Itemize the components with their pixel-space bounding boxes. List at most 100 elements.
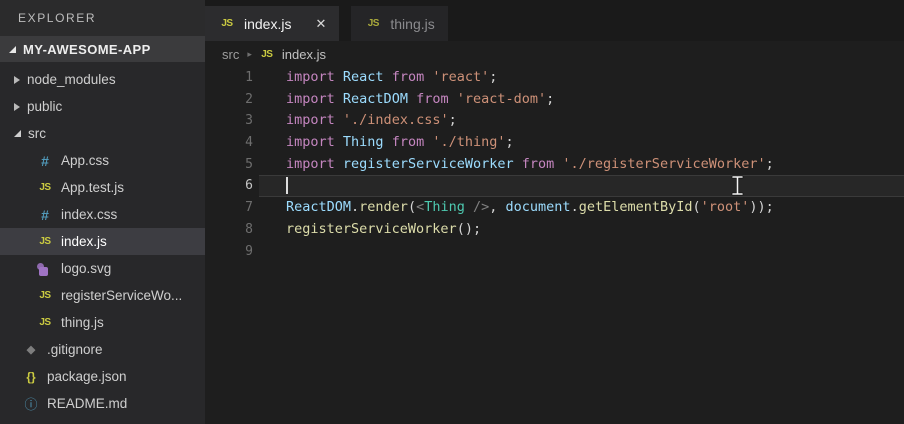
text-caret [286, 177, 288, 195]
js-file-icon: JS [39, 290, 51, 301]
line-content: ReactDOM.render(<Thing />, document.getE… [286, 197, 774, 219]
code-line-2[interactable]: 2 import ReactDOM from 'react-dom'; [205, 89, 904, 111]
code-token: React [342, 69, 384, 85]
code-token: ; [505, 134, 514, 151]
breadcrumb: src ▸ JS index.js [205, 41, 904, 67]
code-token: Thing [342, 134, 384, 151]
code-token: ; [546, 90, 555, 107]
tree-item-app-css[interactable]: # App.css [0, 147, 205, 174]
code-token: import [286, 134, 335, 151]
line-content: import Thing from './thing'; [286, 132, 514, 154]
code-line-5[interactable]: 5 import registerServiceWorker from './re… [205, 154, 904, 176]
breadcrumb-file[interactable]: index.js [282, 47, 326, 62]
tree-item-gitignore[interactable]: ◆ .gitignore [0, 336, 205, 363]
code-line-7[interactable]: 7 ReactDOM.render(<Thing />, document.get… [205, 197, 904, 219]
line-content: import React from 'react'; [286, 67, 497, 89]
tab-label: index.js [244, 15, 292, 32]
code-editor[interactable]: 1 import React from 'react'; 2 import React… [205, 67, 904, 424]
line-number: 9 [245, 243, 253, 259]
chevron-expanded-icon[interactable] [14, 130, 21, 137]
code-token: /> [464, 199, 490, 216]
code-line-4[interactable]: 4 import Thing from './thing'; [205, 132, 904, 154]
git-file-icon: ◆ [26, 344, 36, 356]
line-number: 4 [245, 135, 253, 151]
code-token: ReactDOM [342, 90, 408, 107]
json-file-icon: {} [26, 369, 36, 384]
js-file-icon: JS [221, 18, 233, 29]
tree-item-app-test-js[interactable]: JS App.test.js [0, 174, 205, 201]
line-content: import registerServiceWorker from './reg… [286, 154, 774, 176]
tree-item-label: src [28, 126, 46, 141]
chevron-collapsed-icon[interactable] [14, 102, 20, 111]
code-token: Thing [424, 199, 465, 216]
code-token: ; [489, 69, 498, 85]
tree-item-label: package.json [47, 369, 127, 384]
chevron-right-icon: ▸ [247, 48, 252, 59]
code-token: 'root' [700, 199, 750, 216]
code-token: import [286, 90, 335, 107]
line-content: import ReactDOM from 'react-dom'; [286, 89, 554, 111]
code-line-1[interactable]: 1 import React from 'react'; [205, 67, 904, 89]
js-file-icon: JS [39, 236, 51, 247]
close-icon[interactable]: ✕ [315, 16, 326, 32]
line-number: 1 [245, 70, 253, 85]
tree-item-yarn-lock[interactable]: yarn.lock [0, 417, 205, 424]
project-folder-header[interactable]: MY-AWESOME-APP [0, 36, 205, 62]
code-token: ( [692, 199, 701, 216]
tab-thing-js[interactable]: JS thing.js [351, 6, 448, 41]
line-number: 2 [245, 91, 253, 107]
tree-item-label: index.js [61, 234, 107, 249]
line-number: 8 [245, 221, 253, 237]
project-folder-label: MY-AWESOME-APP [23, 41, 151, 57]
tree-item-index-css[interactable]: # index.css [0, 201, 205, 228]
tree-item-registerservicewo[interactable]: JS registerServiceWo... [0, 282, 205, 309]
tree-item-logo-svg[interactable]: logo.svg [0, 255, 205, 282]
tree-item-src[interactable]: src [0, 120, 205, 147]
info-file-icon: ⓘ [24, 397, 38, 412]
tree-item-index-js[interactable]: JS index.js [0, 228, 205, 255]
tree-item-label: index.css [61, 207, 118, 222]
code-token: , [489, 199, 506, 216]
tree-item-public[interactable]: public [0, 93, 205, 120]
line-number: 3 [245, 113, 253, 129]
file-tree: node_modulespublic src # App.css JS App.test.… [0, 62, 205, 424]
line-content: registerServiceWorker(); [286, 219, 481, 241]
explorer-sidebar: EXPLORER MY-AWESOME-APP node_modules publ… [0, 0, 205, 424]
js-file-icon: JS [39, 182, 51, 193]
code-line-3[interactable]: 3 import './index.css'; [205, 110, 904, 132]
code-token: registerServiceWorker [286, 220, 457, 237]
js-file-icon: JS [261, 48, 273, 60]
code-token: './thing' [432, 134, 506, 151]
line-content: import './index.css'; [286, 110, 457, 132]
code-token: import [286, 69, 335, 85]
breadcrumb-folder[interactable]: src [222, 47, 239, 62]
tree-item-label: public [27, 99, 63, 114]
code-token: from [391, 134, 425, 151]
chevron-collapsed-icon[interactable] [14, 75, 20, 84]
code-token: 'react-dom' [456, 90, 547, 107]
tree-item-thing-js[interactable]: JS thing.js [0, 309, 205, 336]
line-number: 6 [245, 178, 253, 194]
tree-item-readme-md[interactable]: ⓘ README.md [0, 390, 205, 417]
css-file-icon: # [41, 206, 49, 223]
code-token: import [286, 112, 335, 129]
js-file-icon: JS [39, 317, 51, 328]
code-token: )); [749, 199, 774, 216]
code-token: './index.css' [342, 112, 449, 129]
tree-item-node-modules[interactable]: node_modules [0, 66, 205, 93]
code-line-8[interactable]: 8 registerServiceWorker(); [205, 219, 904, 241]
code-line-6[interactable]: 6 [205, 175, 904, 197]
code-token: from [521, 155, 555, 172]
code-token: ; [448, 112, 457, 129]
tab-index-js[interactable]: JS index.js ✕ [205, 6, 340, 41]
tree-item-label: .gitignore [47, 342, 103, 357]
code-line-9[interactable]: 9 [205, 241, 904, 263]
tree-item-package-json[interactable]: {} package.json [0, 363, 205, 390]
code-token: './registerServiceWorker' [562, 155, 766, 172]
